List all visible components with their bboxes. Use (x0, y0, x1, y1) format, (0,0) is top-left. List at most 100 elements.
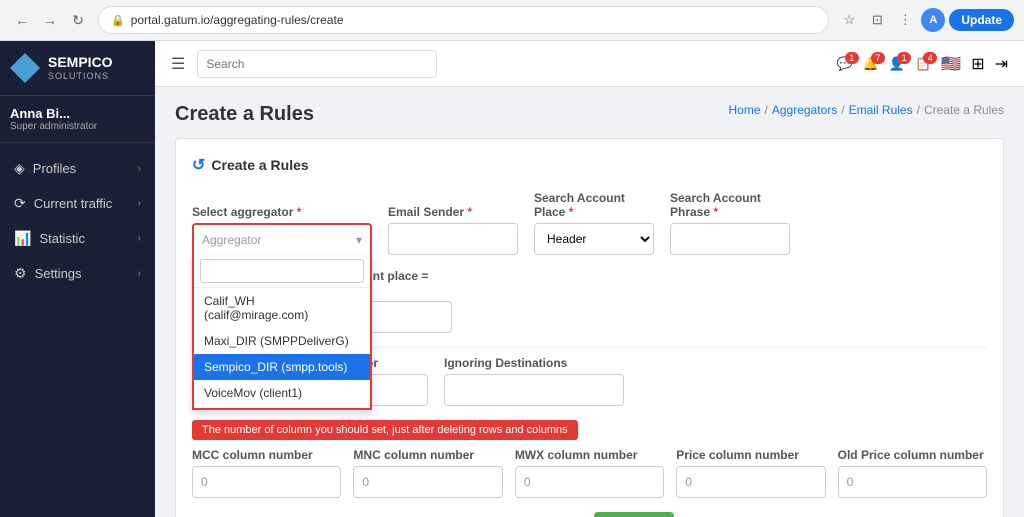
breadcrumb-email-rules[interactable]: Email Rules (849, 103, 913, 117)
mwx-column-label: MWX column number (515, 448, 664, 462)
statistic-arrow: › (138, 233, 141, 244)
checkbox-row: Deleting Not Exist Destinations Ignore M… (192, 512, 987, 517)
address-bar[interactable]: 🔒 portal.gatum.io/aggregating-rules/crea… (98, 6, 829, 34)
price-column-label: Price column number (676, 448, 825, 462)
page-header: Create a Rules Home / Aggregators / Emai… (175, 103, 1004, 126)
create-button[interactable]: Create (594, 512, 674, 517)
form-card-icon: ↺ (192, 155, 205, 175)
grid-view-icon[interactable]: ⊞ (971, 54, 984, 74)
old-price-column-input[interactable] (838, 466, 987, 498)
extensions-icon[interactable]: ⊡ (865, 8, 889, 32)
more-options-icon[interactable]: ⋮ (893, 8, 917, 32)
sidebar-label-traffic: Current traffic (34, 196, 113, 211)
breadcrumb: Home / Aggregators / Email Rules / Creat… (729, 103, 1005, 117)
mnc-column-group: MNC column number (353, 448, 502, 498)
column-number-row: MCC column number MNC column number MWX … (192, 448, 987, 498)
search-account-phrase-input[interactable] (670, 223, 790, 255)
mcc-column-input[interactable] (192, 466, 341, 498)
ignoring-destinations-label: Ignoring Destinations (444, 356, 624, 370)
update-button[interactable]: Update (949, 9, 1014, 31)
refresh-button[interactable]: ↻ (66, 8, 90, 32)
mcc-column-label: MCC column number (192, 448, 341, 462)
price-column-input[interactable] (676, 466, 825, 498)
price-column-group: Price column number (676, 448, 825, 498)
form-card: ↺ Create a Rules Select aggregator * (175, 138, 1004, 517)
sidebar-label-statistic: Statistic (39, 231, 85, 246)
topbar-icons: 💬 1 🔔 7 👤 1 📋 4 🇺🇸 ⊞ ⇥ (837, 54, 1008, 74)
lock-icon: 🔒 (111, 14, 125, 27)
ignoring-destinations-input[interactable] (444, 374, 624, 406)
bookmark-icon[interactable]: ☆ (837, 8, 861, 32)
messages-badge: 1 (845, 52, 859, 64)
browser-actions: ☆ ⊡ ⋮ A Update (837, 8, 1014, 32)
logo-sub: SOLUTIONS (48, 71, 113, 81)
dropdown-item-3[interactable]: VoiceMov (client1) (194, 380, 370, 406)
notifications-badge: 4 (923, 52, 937, 64)
old-price-column-label: Old Price column number (838, 448, 987, 462)
mnc-column-input[interactable] (353, 466, 502, 498)
browser-nav-buttons: ← → ↻ (10, 8, 90, 32)
dropdown-item-4[interactable]: Voicer (admin) (194, 406, 370, 408)
dropdown-list: Calif_WH (calif@mirage.com) Maxi_DIR (SM… (194, 288, 370, 408)
email-sender-label: Email Sender * (388, 205, 518, 219)
users-badge: 1 (897, 52, 911, 64)
sidebar-item-current-traffic[interactable]: ⟳ Current traffic › (0, 186, 155, 221)
dropdown-item-1[interactable]: Maxi_DIR (SMPPDeliverG) (194, 328, 370, 354)
dropdown-item-0[interactable]: Calif_WH (calif@mirage.com) (194, 288, 370, 328)
sidebar-logo: SEMPICO SOLUTIONS (0, 41, 155, 96)
back-button[interactable]: ← (10, 8, 34, 32)
form-card-header: ↺ Create a Rules (192, 155, 987, 175)
logo-icon (10, 53, 40, 83)
url-text: portal.gatum.io/aggregating-rules/create (131, 13, 344, 27)
language-flag[interactable]: 🇺🇸 (941, 54, 961, 74)
mwx-column-group: MWX column number (515, 448, 664, 498)
aggregator-dropdown-container: Aggregator ▾ Calif_WH (calif@mirage.com) (192, 223, 372, 255)
page-title: Create a Rules (175, 103, 314, 126)
sidebar-item-settings[interactable]: ⚙ Settings › (0, 256, 155, 291)
search-account-place-select[interactable]: Header (534, 223, 654, 255)
breadcrumb-aggregators[interactable]: Aggregators (772, 103, 837, 117)
old-price-column-group: Old Price column number (838, 448, 987, 498)
search-account-place-label: Search Account Place * (534, 191, 654, 219)
sidebar: SEMPICO SOLUTIONS Anna Bi... Super admin… (0, 41, 155, 517)
dropdown-item-2[interactable]: Sempico_DIR (smpp.tools) (194, 354, 370, 380)
search-account-place-group: Search Account Place * Header (534, 191, 654, 255)
mnc-column-label: MNC column number (353, 448, 502, 462)
mwx-column-input[interactable] (515, 466, 664, 498)
aggregator-select-display[interactable]: Aggregator ▾ (192, 223, 372, 255)
sidebar-item-profiles[interactable]: ◈ Profiles › (0, 151, 155, 186)
search-input[interactable] (197, 50, 437, 78)
settings-arrow: › (138, 268, 141, 279)
sidebar-label-profiles: Profiles (33, 161, 76, 176)
user-role: Super administrator (10, 121, 145, 132)
forward-button[interactable]: → (38, 8, 62, 32)
logo-text: SEMPICO (48, 55, 113, 70)
sidebar-item-statistic[interactable]: 📊 Statistic › (0, 221, 155, 256)
ignoring-destinations-group: Ignoring Destinations (444, 356, 624, 406)
browser-chrome: ← → ↻ 🔒 portal.gatum.io/aggregating-rule… (0, 0, 1024, 41)
breadcrumb-home[interactable]: Home (729, 103, 761, 117)
alerts-icon-badge[interactable]: 🔔 7 (863, 56, 879, 72)
right-panel: ☰ 💬 1 🔔 7 👤 1 📋 4 🇺🇸 (155, 41, 1024, 517)
dropdown-search-row (194, 255, 370, 288)
logout-icon[interactable]: ⇥ (995, 54, 1008, 74)
email-sender-input[interactable] (388, 223, 518, 255)
traffic-arrow: › (138, 198, 141, 209)
search-account-phrase-group: Search Account Phrase * (670, 191, 790, 255)
mcc-column-group: MCC column number (192, 448, 341, 498)
messages-icon-badge[interactable]: 💬 1 (837, 56, 853, 72)
browser-profile[interactable]: A (921, 8, 945, 32)
content-area: Create a Rules Home / Aggregators / Emai… (155, 87, 1024, 517)
search-account-phrase-label: Search Account Phrase * (670, 191, 790, 219)
users-icon-badge[interactable]: 👤 1 (889, 56, 905, 72)
menu-icon[interactable]: ☰ (171, 54, 185, 74)
profiles-icon: ◈ (14, 160, 25, 177)
main-content: Create a Rules Home / Aggregators / Emai… (155, 87, 1024, 517)
dropdown-search-input[interactable] (200, 259, 364, 283)
sidebar-label-settings: Settings (35, 266, 82, 281)
form-card-title: Create a Rules (211, 157, 308, 173)
notifications-icon-badge[interactable]: 📋 4 (915, 56, 931, 72)
settings-icon: ⚙ (14, 265, 27, 282)
form-row-1: Select aggregator * Aggregator ▾ (192, 191, 987, 255)
warning-text: The number of column you should set, jus… (192, 420, 578, 440)
